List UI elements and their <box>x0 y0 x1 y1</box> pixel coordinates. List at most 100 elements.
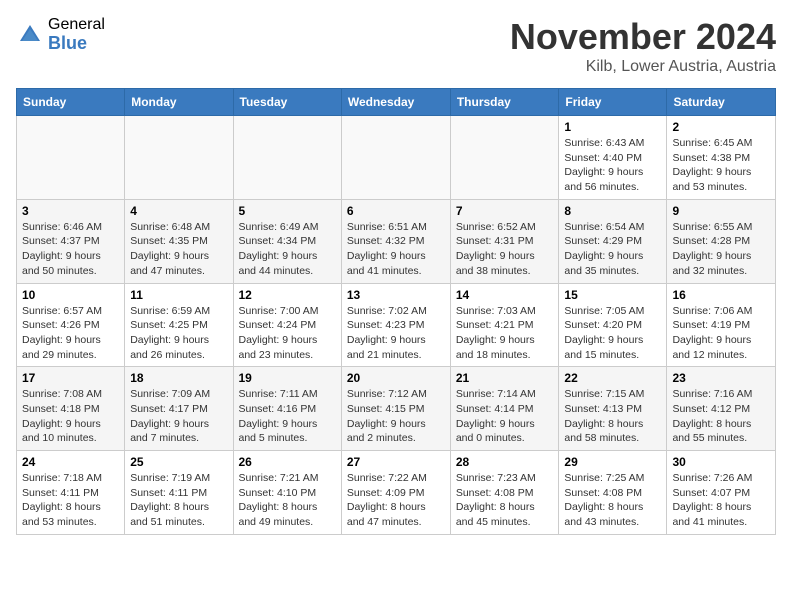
weekday-header-wednesday: Wednesday <box>341 89 450 116</box>
day-number: 19 <box>239 371 336 385</box>
day-number: 6 <box>347 204 445 218</box>
calendar-cell: 8 Sunrise: 6:54 AM Sunset: 4:29 PM Daylig… <box>559 199 667 283</box>
day-number: 2 <box>672 120 770 134</box>
day-number: 20 <box>347 371 445 385</box>
calendar-body: 1 Sunrise: 6:43 AM Sunset: 4:40 PM Daylig… <box>17 116 776 535</box>
calendar-week-row: 3 Sunrise: 6:46 AM Sunset: 4:37 PM Daylig… <box>17 199 776 283</box>
calendar-cell: 16Sunrise: 7:06 AM Sunset: 4:19 PM Dayli… <box>667 283 776 367</box>
calendar-cell: 27 Sunrise: 7:22 AM Sunset: 4:09 PM Dayli… <box>341 451 450 535</box>
calendar-cell: 26 Sunrise: 7:21 AM Sunset: 4:10 PM Dayli… <box>233 451 341 535</box>
calendar-cell: 30 Sunrise: 7:26 AM Sunset: 4:07 PM Dayli… <box>667 451 776 535</box>
calendar-week-row: 10Sunrise: 6:57 AM Sunset: 4:26 PM Dayli… <box>17 283 776 367</box>
day-number: 29 <box>564 455 661 469</box>
calendar-cell: 3 Sunrise: 6:46 AM Sunset: 4:37 PM Daylig… <box>17 199 125 283</box>
weekday-header-monday: Monday <box>125 89 233 116</box>
logo-general: General <box>48 16 105 34</box>
day-info: Sunrise: 7:23 AM Sunset: 4:08 PM Dayligh… <box>456 471 554 530</box>
weekday-row: SundayMondayTuesdayWednesdayThursdayFrid… <box>17 89 776 116</box>
day-number: 17 <box>22 371 119 385</box>
day-info: Sunrise: 6:48 AM Sunset: 4:35 PM Dayligh… <box>130 220 227 279</box>
calendar-cell: 12 Sunrise: 7:00 AM Sunset: 4:24 PM Dayli… <box>233 283 341 367</box>
day-info: Sunrise: 6:46 AM Sunset: 4:37 PM Dayligh… <box>22 220 119 279</box>
day-number: 7 <box>456 204 554 218</box>
calendar-cell: 18 Sunrise: 7:09 AM Sunset: 4:17 PM Dayli… <box>125 367 233 451</box>
calendar-cell: 29 Sunrise: 7:25 AM Sunset: 4:08 PM Dayli… <box>559 451 667 535</box>
day-info: Sunrise: 7:22 AM Sunset: 4:09 PM Dayligh… <box>347 471 445 530</box>
calendar-cell: 5Sunrise: 6:49 AM Sunset: 4:34 PM Daylig… <box>233 199 341 283</box>
logo-text: General Blue <box>48 16 105 53</box>
day-number: 12 <box>239 288 336 302</box>
day-info: Sunrise: 7:25 AM Sunset: 4:08 PM Dayligh… <box>564 471 661 530</box>
day-info: Sunrise: 6:45 AM Sunset: 4:38 PM Dayligh… <box>672 136 770 195</box>
weekday-header-friday: Friday <box>559 89 667 116</box>
calendar-week-row: 24 Sunrise: 7:18 AM Sunset: 4:11 PM Dayli… <box>17 451 776 535</box>
day-number: 3 <box>22 204 119 218</box>
calendar-week-row: 17 Sunrise: 7:08 AM Sunset: 4:18 PM Dayli… <box>17 367 776 451</box>
day-info: Sunrise: 6:55 AM Sunset: 4:28 PM Dayligh… <box>672 220 770 279</box>
day-info: Sunrise: 6:52 AM Sunset: 4:31 PM Dayligh… <box>456 220 554 279</box>
calendar-cell: 9 Sunrise: 6:55 AM Sunset: 4:28 PM Daylig… <box>667 199 776 283</box>
calendar-cell: 25Sunrise: 7:19 AM Sunset: 4:11 PM Dayli… <box>125 451 233 535</box>
day-number: 26 <box>239 455 336 469</box>
calendar-cell <box>17 116 125 200</box>
location-subtitle: Kilb, Lower Austria, Austria <box>510 58 776 76</box>
calendar-cell: 4 Sunrise: 6:48 AM Sunset: 4:35 PM Daylig… <box>125 199 233 283</box>
day-number: 28 <box>456 455 554 469</box>
day-number: 4 <box>130 204 227 218</box>
day-number: 5 <box>239 204 336 218</box>
day-info: Sunrise: 7:16 AM Sunset: 4:12 PM Dayligh… <box>672 387 770 446</box>
day-info: Sunrise: 7:08 AM Sunset: 4:18 PM Dayligh… <box>22 387 119 446</box>
day-info: Sunrise: 7:00 AM Sunset: 4:24 PM Dayligh… <box>239 304 336 363</box>
logo: General Blue <box>16 16 105 53</box>
calendar-cell: 15 Sunrise: 7:05 AM Sunset: 4:20 PM Dayli… <box>559 283 667 367</box>
logo-blue: Blue <box>48 34 105 54</box>
day-number: 15 <box>564 288 661 302</box>
day-number: 1 <box>564 120 661 134</box>
day-info: Sunrise: 7:19 AM Sunset: 4:11 PM Dayligh… <box>130 471 227 530</box>
day-number: 30 <box>672 455 770 469</box>
weekday-header-thursday: Thursday <box>450 89 559 116</box>
calendar-cell: 6 Sunrise: 6:51 AM Sunset: 4:32 PM Daylig… <box>341 199 450 283</box>
calendar-cell: 24 Sunrise: 7:18 AM Sunset: 4:11 PM Dayli… <box>17 451 125 535</box>
calendar-cell: 7 Sunrise: 6:52 AM Sunset: 4:31 PM Daylig… <box>450 199 559 283</box>
weekday-header-sunday: Sunday <box>17 89 125 116</box>
calendar-cell: 22 Sunrise: 7:15 AM Sunset: 4:13 PM Dayli… <box>559 367 667 451</box>
day-info: Sunrise: 7:15 AM Sunset: 4:13 PM Dayligh… <box>564 387 661 446</box>
day-info: Sunrise: 7:09 AM Sunset: 4:17 PM Dayligh… <box>130 387 227 446</box>
day-number: 24 <box>22 455 119 469</box>
day-info: Sunrise: 7:26 AM Sunset: 4:07 PM Dayligh… <box>672 471 770 530</box>
day-number: 9 <box>672 204 770 218</box>
day-info: Sunrise: 7:21 AM Sunset: 4:10 PM Dayligh… <box>239 471 336 530</box>
page-header: General Blue November 2024 Kilb, Lower A… <box>16 16 776 76</box>
weekday-header-tuesday: Tuesday <box>233 89 341 116</box>
day-number: 16 <box>672 288 770 302</box>
day-number: 27 <box>347 455 445 469</box>
day-info: Sunrise: 6:59 AM Sunset: 4:25 PM Dayligh… <box>130 304 227 363</box>
day-number: 8 <box>564 204 661 218</box>
calendar-cell <box>341 116 450 200</box>
day-info: Sunrise: 7:05 AM Sunset: 4:20 PM Dayligh… <box>564 304 661 363</box>
calendar-cell <box>233 116 341 200</box>
day-number: 23 <box>672 371 770 385</box>
day-info: Sunrise: 7:02 AM Sunset: 4:23 PM Dayligh… <box>347 304 445 363</box>
day-number: 21 <box>456 371 554 385</box>
title-area: November 2024 Kilb, Lower Austria, Austr… <box>510 16 776 76</box>
day-info: Sunrise: 6:54 AM Sunset: 4:29 PM Dayligh… <box>564 220 661 279</box>
day-number: 22 <box>564 371 661 385</box>
day-info: Sunrise: 6:51 AM Sunset: 4:32 PM Dayligh… <box>347 220 445 279</box>
calendar-cell <box>450 116 559 200</box>
day-info: Sunrise: 7:03 AM Sunset: 4:21 PM Dayligh… <box>456 304 554 363</box>
calendar-cell <box>125 116 233 200</box>
day-info: Sunrise: 7:18 AM Sunset: 4:11 PM Dayligh… <box>22 471 119 530</box>
day-info: Sunrise: 7:11 AM Sunset: 4:16 PM Dayligh… <box>239 387 336 446</box>
logo-icon <box>16 21 44 49</box>
calendar-table: SundayMondayTuesdayWednesdayThursdayFrid… <box>16 88 776 535</box>
calendar-cell: 11 Sunrise: 6:59 AM Sunset: 4:25 PM Dayli… <box>125 283 233 367</box>
month-title: November 2024 <box>510 16 776 58</box>
day-info: Sunrise: 7:12 AM Sunset: 4:15 PM Dayligh… <box>347 387 445 446</box>
day-number: 18 <box>130 371 227 385</box>
day-info: Sunrise: 6:43 AM Sunset: 4:40 PM Dayligh… <box>564 136 661 195</box>
day-number: 13 <box>347 288 445 302</box>
day-number: 10 <box>22 288 119 302</box>
day-number: 11 <box>130 288 227 302</box>
